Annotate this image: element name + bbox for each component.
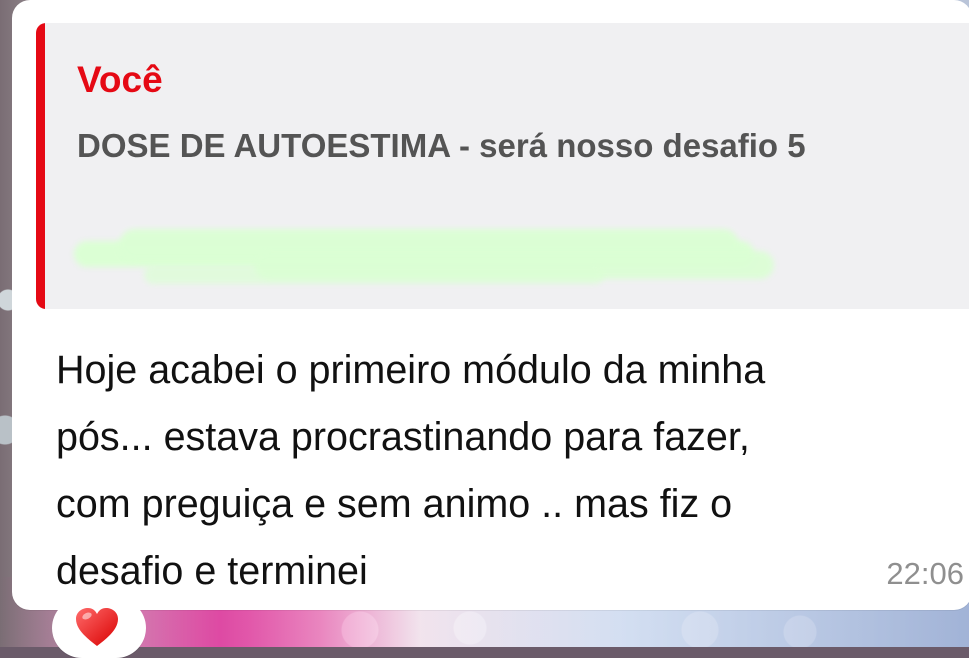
blurred-content bbox=[74, 221, 794, 305]
quoted-message[interactable]: Você DOSE DE AUTOESTIMA - será nosso des… bbox=[36, 23, 969, 309]
blur-blob bbox=[144, 266, 604, 284]
message-timestamp: 22:06 bbox=[886, 556, 964, 591]
red-heart-icon bbox=[76, 608, 118, 646]
message-bubble[interactable]: Você DOSE DE AUTOESTIMA - será nosso des… bbox=[12, 0, 969, 610]
reaction-badge[interactable] bbox=[52, 598, 146, 658]
quoted-author: Você bbox=[77, 59, 163, 100]
message-body: Hoje acabei o primeiro módulo da minha p… bbox=[56, 348, 766, 593]
quoted-text: DOSE DE AUTOESTIMA - será nosso desafio … bbox=[77, 127, 806, 164]
quote-accent-bar bbox=[36, 23, 45, 309]
